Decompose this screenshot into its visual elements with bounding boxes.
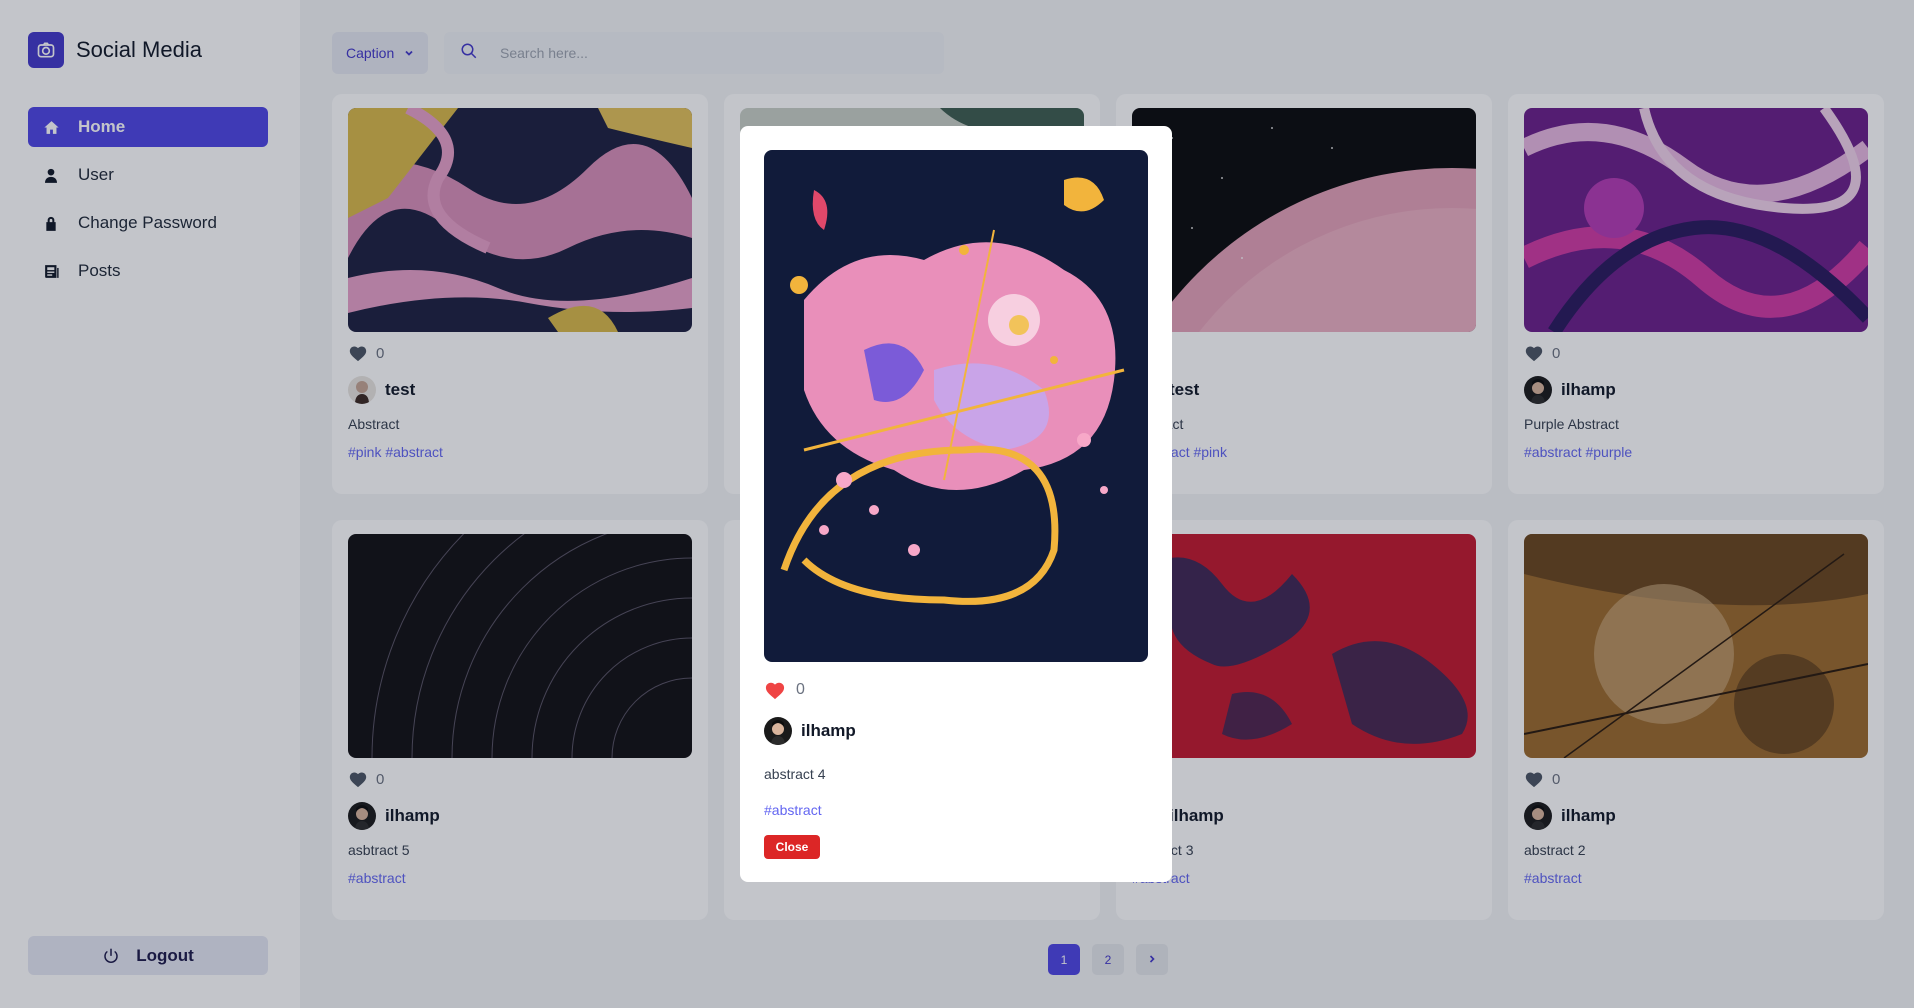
modal-like-group: 0 [764, 680, 805, 700]
modal-author-name: ilhamp [801, 721, 856, 740]
post-detail-modal: 0 ilhamp abstract 4 #abstract Close [740, 126, 1172, 882]
modal-post-author[interactable]: ilhamp [764, 717, 856, 745]
modal-caption: abstract 4 [764, 766, 826, 782]
modal-like-count: 0 [796, 681, 805, 698]
heart-icon[interactable] [764, 680, 786, 700]
modal-post-image [764, 150, 1148, 662]
close-button[interactable]: Close [764, 835, 820, 859]
modal-tags[interactable]: #abstract [764, 802, 822, 818]
avatar [764, 717, 792, 745]
